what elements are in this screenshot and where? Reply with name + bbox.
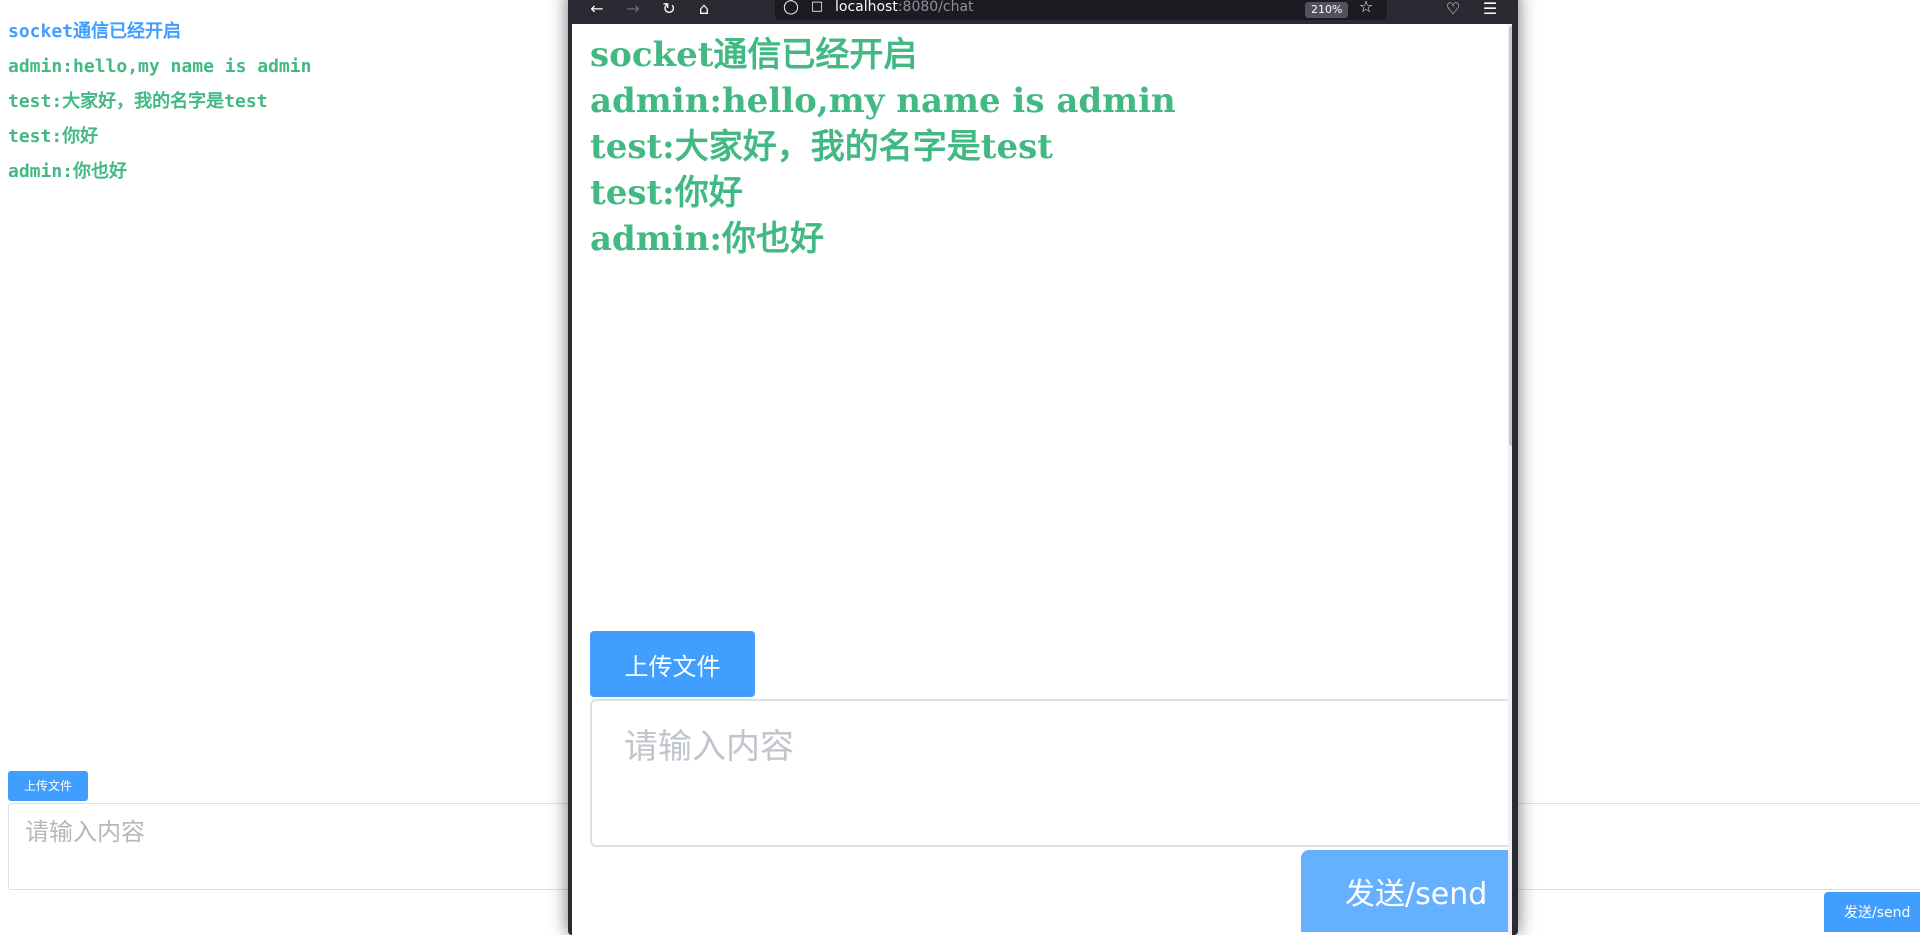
hamburger-menu-icon[interactable]: ☰ — [1481, 0, 1499, 18]
chat-message: test:大家好，我的名字是test — [590, 127, 1053, 167]
chat-message: admin:你也好 — [590, 219, 824, 259]
browser-toolbar: ← → ↻ ⌂ ◯ □ localhost:8080/chat 210% ☆ ♡… — [568, 0, 1518, 20]
page-viewport: socket通信已经开启 admin:hello,my name is admi… — [572, 24, 1512, 935]
upload-file-button[interactable]: 上传文件 — [8, 771, 88, 801]
page-icon: □ — [810, 0, 824, 14]
vertical-scrollbar-thumb[interactable] — [1509, 26, 1512, 446]
message-list: socket通信已经开启 admin:hello,my name is admi… — [8, 14, 311, 189]
url-path: :8080/chat — [897, 0, 974, 15]
chat-message: admin:你也好 — [8, 161, 128, 182]
send-button[interactable]: 发送/send — [1824, 892, 1920, 932]
status-message: socket通信已经开启 — [590, 35, 918, 75]
message-input[interactable] — [590, 699, 1512, 847]
browser-window: ← → ↻ ⌂ ◯ □ localhost:8080/chat 210% ☆ ♡… — [568, 0, 1518, 935]
home-icon[interactable]: ⌂ — [695, 0, 713, 18]
zoom-level-badge[interactable]: 210% — [1305, 2, 1349, 18]
reload-icon[interactable]: ↻ — [660, 0, 678, 18]
bookmark-star-icon[interactable]: ☆ — [1357, 0, 1375, 16]
url-bar[interactable]: ◯ □ localhost:8080/chat 210% ☆ — [775, 0, 1387, 20]
message-list: socket通信已经开启 admin:hello,my name is admi… — [590, 32, 1176, 262]
send-button[interactable]: 发送/send — [1301, 850, 1512, 932]
url-text[interactable]: localhost:8080/chat — [835, 0, 974, 15]
tracking-shield-icon[interactable]: ◯ — [782, 0, 800, 16]
chat-message: test:你好 — [8, 126, 99, 147]
chat-message: test:大家好，我的名字是test — [8, 91, 268, 112]
pocket-icon[interactable]: ♡ — [1444, 0, 1462, 18]
forward-arrow-icon[interactable]: → — [624, 0, 642, 18]
chat-message: admin:hello,my name is admin — [590, 81, 1176, 121]
status-message: socket通信已经开启 — [8, 21, 182, 42]
back-arrow-icon[interactable]: ← — [588, 0, 606, 18]
url-host: localhost — [835, 0, 898, 15]
upload-file-button[interactable]: 上传文件 — [590, 631, 755, 697]
chat-message: admin:hello,my name is admin — [8, 56, 312, 77]
chat-message: test:你好 — [590, 173, 743, 213]
